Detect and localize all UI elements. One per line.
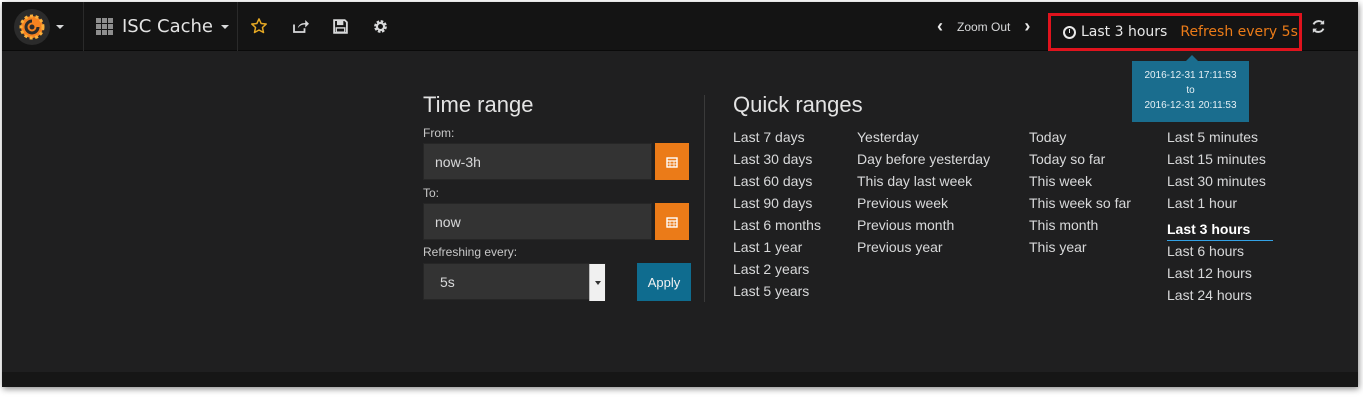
quick-range-link[interactable]: Last 5 minutes xyxy=(1167,127,1273,149)
quick-range-link[interactable]: This week xyxy=(1029,171,1131,193)
quick-range-link[interactable]: Last 2 years xyxy=(733,259,821,281)
quick-range-link[interactable]: This month xyxy=(1029,215,1131,237)
time-range-tooltip: 2016-12-31 17:11:53 to 2016-12-31 20:11:… xyxy=(1132,55,1249,122)
refresh-select-value: 5s xyxy=(440,273,455,290)
time-range-heading: Time range xyxy=(423,92,534,117)
top-navbar: ISC Cache ‹ Zoom Out › Last 3 hours Refr… xyxy=(2,2,1358,51)
quick-range-link[interactable]: Last 12 hours xyxy=(1167,263,1273,285)
zoom-back-chevron-left-icon[interactable]: ‹ xyxy=(937,16,943,37)
from-input[interactable]: now-3h xyxy=(423,143,652,180)
quick-range-link[interactable]: Last 1 year xyxy=(733,237,821,259)
star-icon[interactable] xyxy=(249,16,269,36)
gear-icon[interactable] xyxy=(370,16,390,36)
quick-ranges-col-1: Last 7 days Last 30 days Last 60 days La… xyxy=(733,127,821,303)
dashboard-grid-icon xyxy=(96,18,113,35)
tooltip-to: 2016-12-31 20:11:53 xyxy=(1144,100,1237,111)
quick-range-link[interactable]: Last 1 hour xyxy=(1167,193,1273,215)
panel-divider xyxy=(704,95,705,302)
quick-range-link[interactable]: Yesterday xyxy=(857,127,990,149)
quick-range-link[interactable]: Previous year xyxy=(857,237,990,259)
quick-range-link[interactable]: Last 60 days xyxy=(733,171,821,193)
quick-ranges-heading: Quick ranges xyxy=(733,92,863,117)
chevron-down-icon xyxy=(221,24,230,29)
quick-range-link[interactable]: This day last week xyxy=(857,171,990,193)
tooltip-to-word: to xyxy=(1186,85,1195,96)
quick-range-link[interactable]: Last 15 minutes xyxy=(1167,149,1273,171)
quick-range-link[interactable]: Last 6 hours xyxy=(1167,241,1273,263)
bottom-strip xyxy=(2,372,1358,387)
quick-range-link[interactable]: Last 6 months xyxy=(733,215,821,237)
quick-range-link-active[interactable]: Last 3 hours xyxy=(1167,215,1273,241)
time-picker-button[interactable]: Last 3 hours Refresh every 5s xyxy=(1048,13,1302,51)
quick-ranges-col-2: Yesterday Day before yesterday This day … xyxy=(857,127,990,259)
grafana-menu-button[interactable] xyxy=(14,9,74,45)
dashboard-title: ISC Cache xyxy=(122,16,214,37)
calendar-icon xyxy=(666,216,678,228)
divider xyxy=(237,2,238,51)
chevron-down-icon xyxy=(589,264,605,301)
quick-range-link[interactable]: Previous week xyxy=(857,193,990,215)
quick-range-link[interactable]: This week so far xyxy=(1029,193,1131,215)
quick-range-link[interactable]: Last 90 days xyxy=(733,193,821,215)
divider xyxy=(83,2,84,51)
to-calendar-button[interactable] xyxy=(655,203,689,240)
to-label: To: xyxy=(423,186,440,200)
calendar-icon xyxy=(666,156,678,168)
zoom-out-button[interactable]: Zoom Out xyxy=(957,20,1010,34)
zoom-controls: ‹ Zoom Out › xyxy=(937,2,1030,51)
time-range-label: Last 3 hours xyxy=(1081,24,1168,40)
quick-range-link[interactable]: Day before yesterday xyxy=(857,149,990,171)
quick-range-link[interactable]: This year xyxy=(1029,237,1131,259)
quick-range-link[interactable]: Last 30 days xyxy=(733,149,821,171)
quick-ranges-col-3: Today Today so far This week This week s… xyxy=(1029,127,1131,259)
refresh-select[interactable]: 5s xyxy=(423,263,606,301)
chevron-down-icon xyxy=(56,25,64,29)
apply-button[interactable]: Apply xyxy=(637,263,691,301)
tooltip-from: 2016-12-31 17:11:53 xyxy=(1144,70,1237,81)
from-calendar-button[interactable] xyxy=(655,143,689,180)
from-label: From: xyxy=(423,126,455,140)
quick-range-link[interactable]: Today so far xyxy=(1029,149,1131,171)
dashboard-picker[interactable]: ISC Cache xyxy=(96,2,230,51)
refreshing-every-label: Refreshing every: xyxy=(423,245,518,259)
grafana-window: ISC Cache ‹ Zoom Out › Last 3 hours Refr… xyxy=(2,2,1358,387)
quick-ranges-col-4: Last 5 minutes Last 15 minutes Last 30 m… xyxy=(1167,127,1273,307)
refresh-interval-label: Refresh every 5s xyxy=(1180,24,1298,40)
zoom-forward-chevron-right-icon[interactable]: › xyxy=(1024,16,1030,37)
grafana-logo-icon xyxy=(14,9,50,45)
refresh-icon[interactable] xyxy=(1308,16,1328,36)
quick-range-link[interactable]: Last 5 years xyxy=(733,281,821,303)
save-icon[interactable] xyxy=(330,16,350,36)
to-input[interactable]: now xyxy=(423,203,652,240)
clock-icon xyxy=(1063,25,1076,39)
quick-range-link[interactable]: Today xyxy=(1029,127,1131,149)
quick-range-link[interactable]: Last 30 minutes xyxy=(1167,171,1273,193)
quick-range-link[interactable]: Last 7 days xyxy=(733,127,821,149)
quick-range-link[interactable]: Last 24 hours xyxy=(1167,285,1273,307)
quick-range-link[interactable]: Previous month xyxy=(857,215,990,237)
share-icon[interactable] xyxy=(290,16,310,36)
